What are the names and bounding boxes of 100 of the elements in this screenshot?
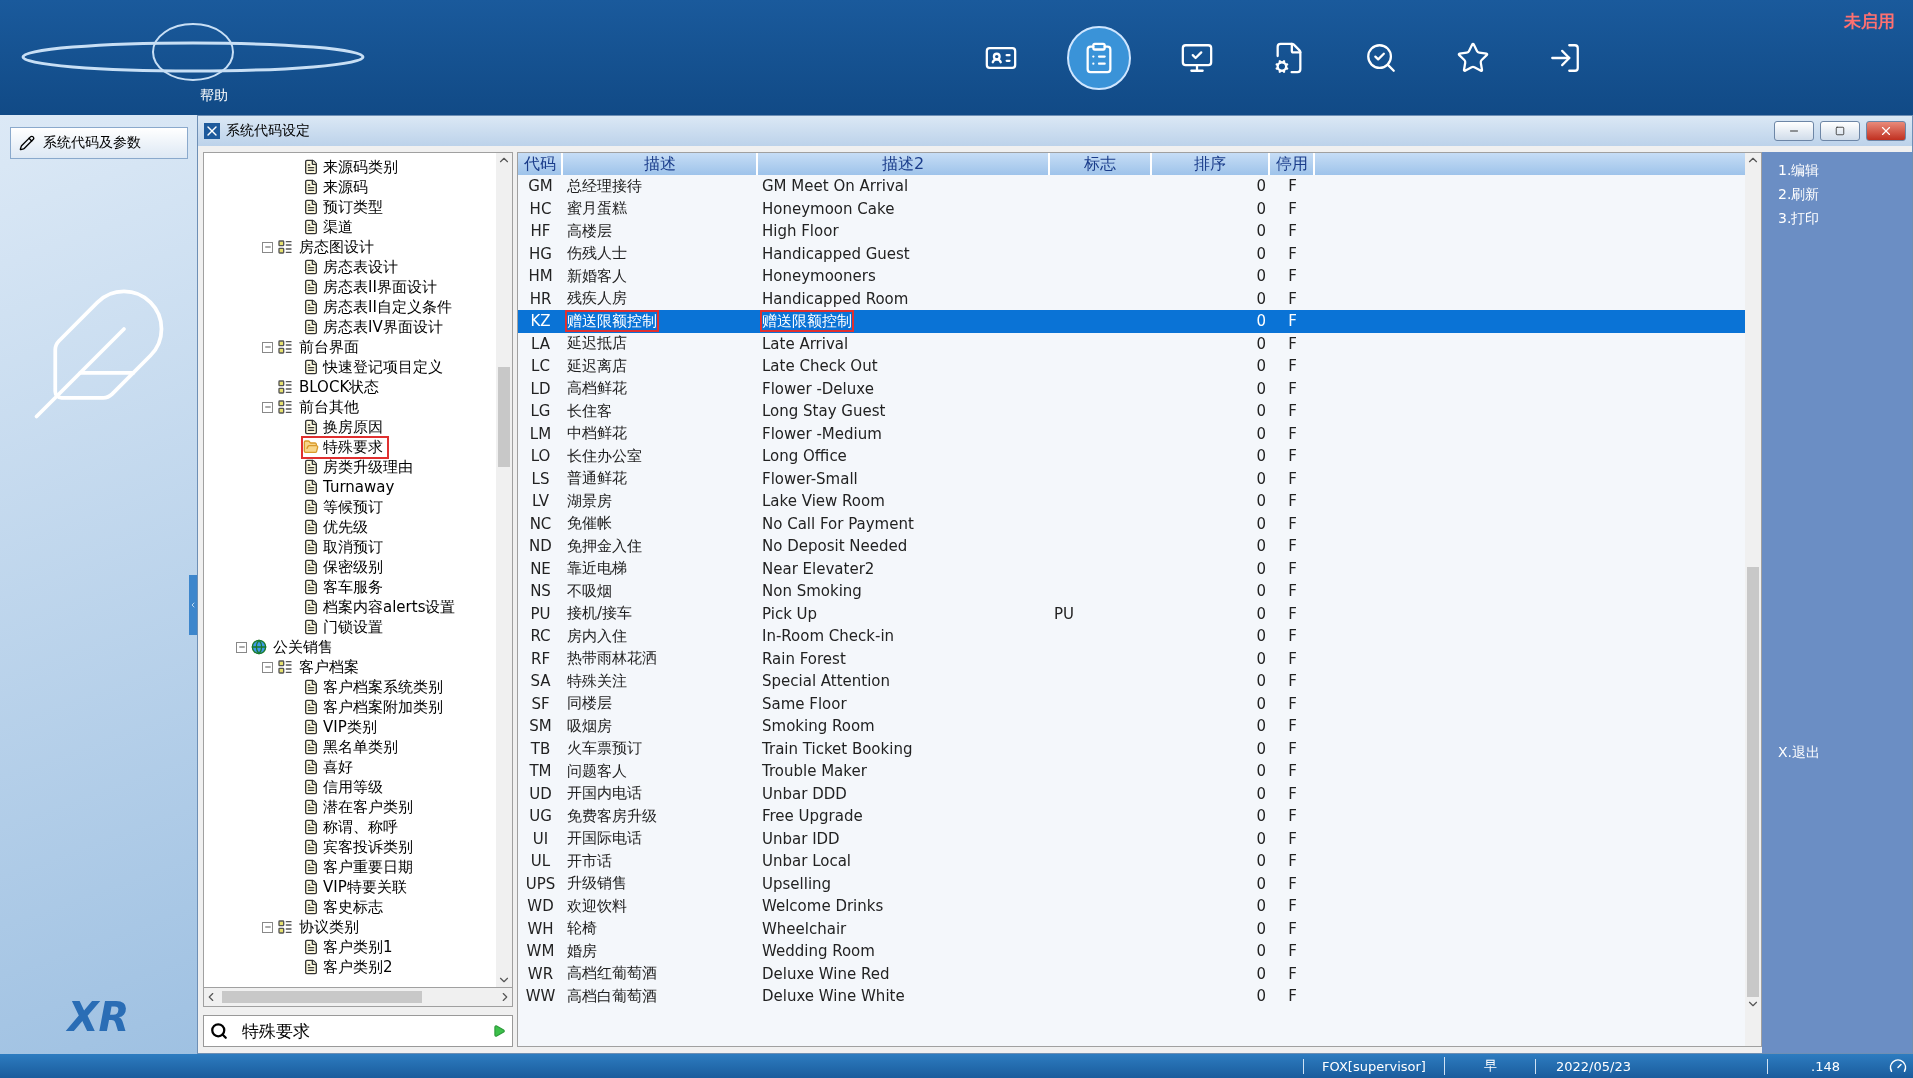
tree-item[interactable]: 前台界面 xyxy=(297,337,361,357)
tree-item[interactable]: 取消预订 xyxy=(303,537,387,557)
table-row[interactable]: WW 高档白葡萄酒 Deluxe Wine White 0 F xyxy=(518,985,1745,1008)
tree-item[interactable]: 房态图设计 xyxy=(297,237,376,257)
tree-item[interactable]: VIP特要关联 xyxy=(303,877,411,897)
table-row[interactable]: UL 开市话 Unbar Local 0 F xyxy=(518,850,1745,873)
table-row[interactable]: SA 特殊关注 Special Attention 0 F xyxy=(518,670,1745,693)
tree-item[interactable]: 等候预订 xyxy=(303,497,387,517)
tree-item[interactable]: 客户档案附加类别 xyxy=(303,697,447,717)
scrollbar-thumb[interactable] xyxy=(222,991,422,1003)
column-header[interactable]: 标志 xyxy=(1050,153,1152,175)
scrollbar-thumb[interactable] xyxy=(1747,567,1759,997)
tree-item[interactable]: Turnaway xyxy=(303,478,399,496)
table-row[interactable]: KZ 赠送限额控制 赠送限额控制 0 F xyxy=(518,310,1745,333)
tree-item[interactable]: 快速登记项目定义 xyxy=(303,357,447,377)
column-header[interactable]: 排序 xyxy=(1152,153,1270,175)
close-button[interactable] xyxy=(1866,121,1906,141)
table-row[interactable]: RC 房内入住 In-Room Check-in 0 F xyxy=(518,625,1745,648)
collapse-box-icon[interactable] xyxy=(236,641,247,653)
search-box[interactable]: 特殊要求 xyxy=(203,1015,513,1047)
play-icon[interactable] xyxy=(492,1024,506,1038)
tree-item[interactable]: 客户重要日期 xyxy=(303,857,417,877)
tree-item[interactable]: 保密级别 xyxy=(303,557,387,577)
tree-item[interactable]: 客车服务 xyxy=(303,577,387,597)
table-row[interactable]: SF 同楼层 Same Floor 0 F xyxy=(518,692,1745,715)
scrollbar[interactable] xyxy=(496,153,512,987)
scrollbar-thumb[interactable] xyxy=(498,367,510,467)
tree-item[interactable]: 优先级 xyxy=(303,517,372,537)
tree-item[interactable]: VIP类别 xyxy=(303,717,381,737)
tree-item[interactable]: 客户档案系统类别 xyxy=(303,677,447,697)
tree-item[interactable]: 来源码类别 xyxy=(303,157,402,177)
tree-item[interactable]: 房态表II界面设计 xyxy=(303,277,441,297)
table-row[interactable]: SM 吸烟房 Smoking Room 0 F xyxy=(518,715,1745,738)
scrollbar[interactable] xyxy=(1745,153,1761,1046)
table-row[interactable]: HC 蜜月蛋糕 Honeymoon Cake 0 F xyxy=(518,197,1745,220)
tree-item[interactable]: 客户类别2 xyxy=(303,957,397,977)
table-row[interactable]: NC 免催帐 No Call For Payment 0 F xyxy=(518,512,1745,535)
collapse-handle[interactable] xyxy=(189,575,197,635)
table-row[interactable]: LO 长住办公室 Long Office 0 F xyxy=(518,445,1745,468)
tree-item[interactable]: 房态表II自定义条件 xyxy=(303,297,456,317)
nav-button[interactable]: 系统代码及参数 xyxy=(9,127,188,159)
tree-item[interactable]: 预订类型 xyxy=(303,197,387,217)
collapse-box-icon[interactable] xyxy=(262,341,273,353)
table-row[interactable]: LV 湖景房 Lake View Room 0 F xyxy=(518,490,1745,513)
maximize-button[interactable] xyxy=(1820,121,1860,141)
tree-item[interactable]: 客户类别1 xyxy=(303,937,397,957)
table-row[interactable]: UPS 升级销售 Upselling 0 F xyxy=(518,872,1745,895)
tree-item[interactable]: 特殊要求 xyxy=(303,437,387,457)
table-row[interactable]: UD 开国内电话 Unbar DDD 0 F xyxy=(518,782,1745,805)
tree-item[interactable]: 来源码 xyxy=(303,177,372,197)
column-header[interactable]: 停用 xyxy=(1270,153,1315,175)
tree-item[interactable]: 信用等级 xyxy=(303,777,387,797)
table-row[interactable]: HM 新婚客人 Honeymooners 0 F xyxy=(518,265,1745,288)
collapse-box-icon[interactable] xyxy=(262,241,273,253)
tree-item[interactable]: 换房原因 xyxy=(303,417,387,437)
table-row[interactable]: WH 轮椅 Wheelchair 0 F xyxy=(518,917,1745,940)
tree-item[interactable]: 房类升级理由 xyxy=(303,457,417,477)
table-row[interactable]: GM 总经理接待 GM Meet On Arrival 0 F xyxy=(518,175,1745,198)
column-header[interactable]: 代码 xyxy=(518,153,563,175)
tree-item[interactable]: 公关销售 xyxy=(271,637,335,657)
tree-item[interactable]: 客户档案 xyxy=(297,657,361,677)
tree-item[interactable]: 协议类别 xyxy=(297,917,361,937)
column-header[interactable]: 描述 xyxy=(563,153,758,175)
collapse-box-icon[interactable] xyxy=(262,661,273,673)
tree-item[interactable]: 档案内容alerts设置 xyxy=(303,597,460,617)
tree-item[interactable]: 客史标志 xyxy=(303,897,387,917)
help-link[interactable]: 帮助 xyxy=(200,87,228,105)
table-row[interactable]: NE 靠近电梯 Near Elevater2 0 F xyxy=(518,557,1745,580)
table-row[interactable]: HG 伤残人士 Handicapped Guest 0 F xyxy=(518,242,1745,265)
tree-item[interactable]: 渠道 xyxy=(303,217,357,237)
table-row[interactable]: UI 开国际电话 Unbar IDD 0 F xyxy=(518,827,1745,850)
table-row[interactable]: UG 免费客房升级 Free Upgrade 0 F xyxy=(518,805,1745,828)
tree-item[interactable]: 宾客投诉类别 xyxy=(303,837,417,857)
table-row[interactable]: HF 高楼层 High Floor 0 F xyxy=(518,220,1745,243)
tree-item[interactable]: 黑名单类别 xyxy=(303,737,402,757)
table-row[interactable]: NS 不吸烟 Non Smoking 0 F xyxy=(518,580,1745,603)
tree-item[interactable]: 门锁设置 xyxy=(303,617,387,637)
table-row[interactable]: LD 高档鲜花 Flower -Deluxe 0 F xyxy=(518,377,1745,400)
table-row[interactable]: WR 高档红葡萄酒 Deluxe Wine Red 0 F xyxy=(518,962,1745,985)
collapse-box-icon[interactable] xyxy=(262,401,273,413)
table-row[interactable]: ND 免押金入住 No Deposit Needed 0 F xyxy=(518,535,1745,558)
tree-item[interactable]: 称谓、称呼 xyxy=(303,817,402,837)
table-row[interactable]: TM 问题客人 Trouble Maker 0 F xyxy=(518,760,1745,783)
table-row[interactable]: RF 热带雨林花洒 Rain Forest 0 F xyxy=(518,647,1745,670)
tree-item[interactable]: 喜好 xyxy=(303,757,357,777)
table-row[interactable]: LS 普通鲜花 Flower-Small 0 F xyxy=(518,467,1745,490)
tree-item[interactable]: BLOCK状态 xyxy=(297,377,382,397)
collapse-box-icon[interactable] xyxy=(262,921,273,933)
table-row[interactable]: LM 中档鲜花 Flower -Medium 0 F xyxy=(518,422,1745,445)
tree-item[interactable]: 房态表IV界面设计 xyxy=(303,317,447,337)
table-row[interactable]: TB 火车票预订 Train Ticket Booking 0 F xyxy=(518,737,1745,760)
table-row[interactable]: HR 残疾人房 Handicapped Room 0 F xyxy=(518,287,1745,310)
horizontal-scrollbar[interactable] xyxy=(203,988,513,1007)
tree-item[interactable]: 前台其他 xyxy=(297,397,361,417)
table-row[interactable]: LC 延迟离店 Late Check Out 0 F xyxy=(518,355,1745,378)
table-row[interactable]: WD 欢迎饮料 Welcome Drinks 0 F xyxy=(518,895,1745,918)
tree-item[interactable]: 房态表设计 xyxy=(303,257,402,277)
minimize-button[interactable] xyxy=(1774,121,1814,141)
column-header[interactable]: 描述2 xyxy=(758,153,1050,175)
table-row[interactable]: LG 长住客 Long Stay Guest 0 F xyxy=(518,400,1745,423)
